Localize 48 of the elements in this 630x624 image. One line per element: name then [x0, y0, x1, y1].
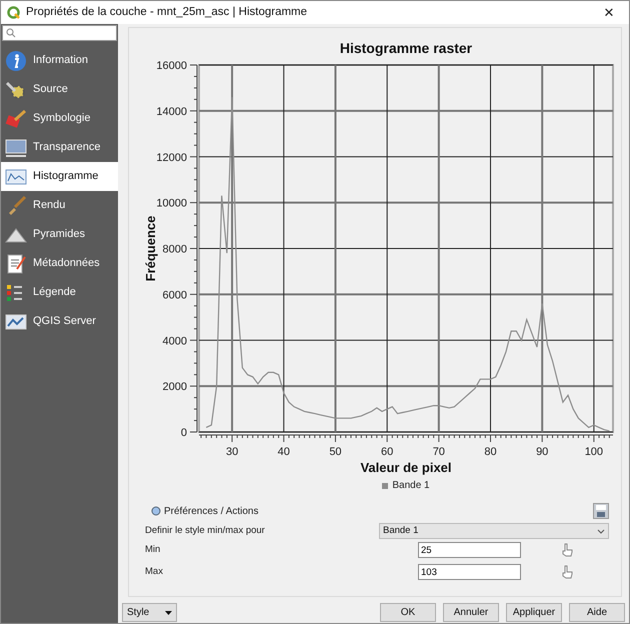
field-label: Max: [145, 564, 164, 579]
x-tick-label: 40: [278, 446, 290, 458]
style-button[interactable]: Style: [122, 603, 177, 622]
x-tick-label: 60: [381, 446, 394, 458]
min-field[interactable]: 25: [418, 542, 521, 558]
y-tick-label: 0: [180, 427, 187, 439]
chevron-icon: [597, 528, 605, 534]
search-field[interactable]: [2, 25, 117, 41]
app-logo: [7, 6, 20, 19]
info-icon: [5, 50, 27, 72]
chart-title: Histogramme raster: [340, 40, 472, 56]
x-tick-label: 90: [536, 446, 548, 458]
close-button[interactable]: ✕: [595, 2, 623, 22]
minmax-label: Definir le style min/max pour: [145, 524, 265, 538]
x-tick-label: 30: [226, 446, 238, 458]
ok-button[interactable]: OK: [380, 603, 436, 622]
window-title: Propriétés de la couche - mnt_25m_asc | Histogramme: [26, 4, 308, 20]
y-tick-label: 16000: [156, 60, 187, 72]
y-tick-label: 4000: [162, 335, 187, 348]
x-axis-title: Valeur de pixel: [360, 460, 452, 475]
x-tick-label: 80: [484, 446, 497, 458]
x-tick-label: 50: [329, 446, 342, 458]
x-tick-label: 100: [584, 446, 604, 458]
monitor-icon: [5, 136, 27, 158]
sidebar-item[interactable]: Histogramme: [1, 162, 118, 191]
apply-button[interactable]: Appliquer: [506, 603, 562, 622]
save-icon[interactable]: [593, 503, 609, 519]
paintbrush-icon: [5, 108, 27, 130]
band-dropdown[interactable]: Bande 1: [379, 523, 609, 539]
help-button[interactable]: Aide: [569, 603, 625, 622]
hand-pointer-icon[interactable]: [561, 565, 573, 579]
y-tick-label: 8000: [162, 244, 187, 256]
cancel-button[interactable]: Annuler: [443, 603, 499, 622]
legend-label: Bande 1: [392, 479, 430, 493]
y-tick-label: 2000: [162, 381, 187, 394]
dropdown-arrow-icon: [165, 610, 172, 614]
y-axis-title: Fréquence: [143, 216, 158, 282]
search-icon: [6, 28, 16, 38]
field-label: Min: [145, 542, 162, 557]
preferences-button[interactable]: Préférences / Actions: [151, 504, 258, 518]
x-tick-label: 70: [432, 446, 445, 458]
hand-pointer-icon[interactable]: [561, 543, 573, 557]
y-tick-label: 14000: [156, 106, 187, 118]
document-icon: [5, 252, 27, 274]
y-tick-label: 10000: [156, 198, 187, 210]
y-tick-label: 12000: [156, 152, 187, 164]
max-field[interactable]: 103: [418, 564, 521, 580]
y-tick-label: 6000: [162, 289, 187, 302]
